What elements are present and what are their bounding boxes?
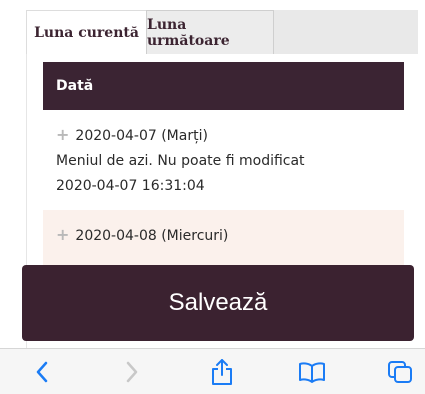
- month-tabs: Luna curentă Luna următoare: [26, 10, 418, 54]
- tab-current-month[interactable]: Luna curentă: [26, 10, 146, 54]
- bookmarks-icon: [299, 362, 325, 383]
- browser-toolbar: [0, 348, 425, 394]
- tabs-button[interactable]: [380, 349, 420, 394]
- expand-plus-icon[interactable]: +: [56, 225, 69, 244]
- back-button[interactable]: [22, 349, 62, 394]
- share-button[interactable]: [202, 349, 242, 394]
- table-row[interactable]: +2020-04-07 (Marți) Meniul de azi. Nu po…: [43, 110, 404, 210]
- table-row[interactable]: +2020-04-08 (Miercuri): [43, 210, 404, 270]
- chevron-right-icon: [126, 361, 138, 383]
- row-timestamp: 2020-04-07 16:31:04: [56, 178, 205, 194]
- table-header-date: Dată: [43, 62, 404, 110]
- row-date-line: +2020-04-08 (Miercuri): [56, 222, 404, 249]
- row-date: 2020-04-08 (Miercuri): [75, 228, 229, 244]
- tab-next-month[interactable]: Luna următoare: [146, 10, 274, 54]
- save-button[interactable]: Salvează: [22, 265, 414, 341]
- row-date-line: +2020-04-07 (Marți): [56, 122, 404, 149]
- expand-plus-icon[interactable]: +: [56, 125, 69, 144]
- bookmarks-button[interactable]: [292, 349, 332, 394]
- chevron-left-icon: [36, 361, 48, 383]
- forward-button[interactable]: [112, 349, 152, 394]
- row-note: Meniul de azi. Nu poate fi modificat: [56, 153, 305, 169]
- share-icon: [212, 359, 232, 385]
- tabs-icon: [388, 361, 412, 383]
- row-date: 2020-04-07 (Marți): [75, 128, 208, 144]
